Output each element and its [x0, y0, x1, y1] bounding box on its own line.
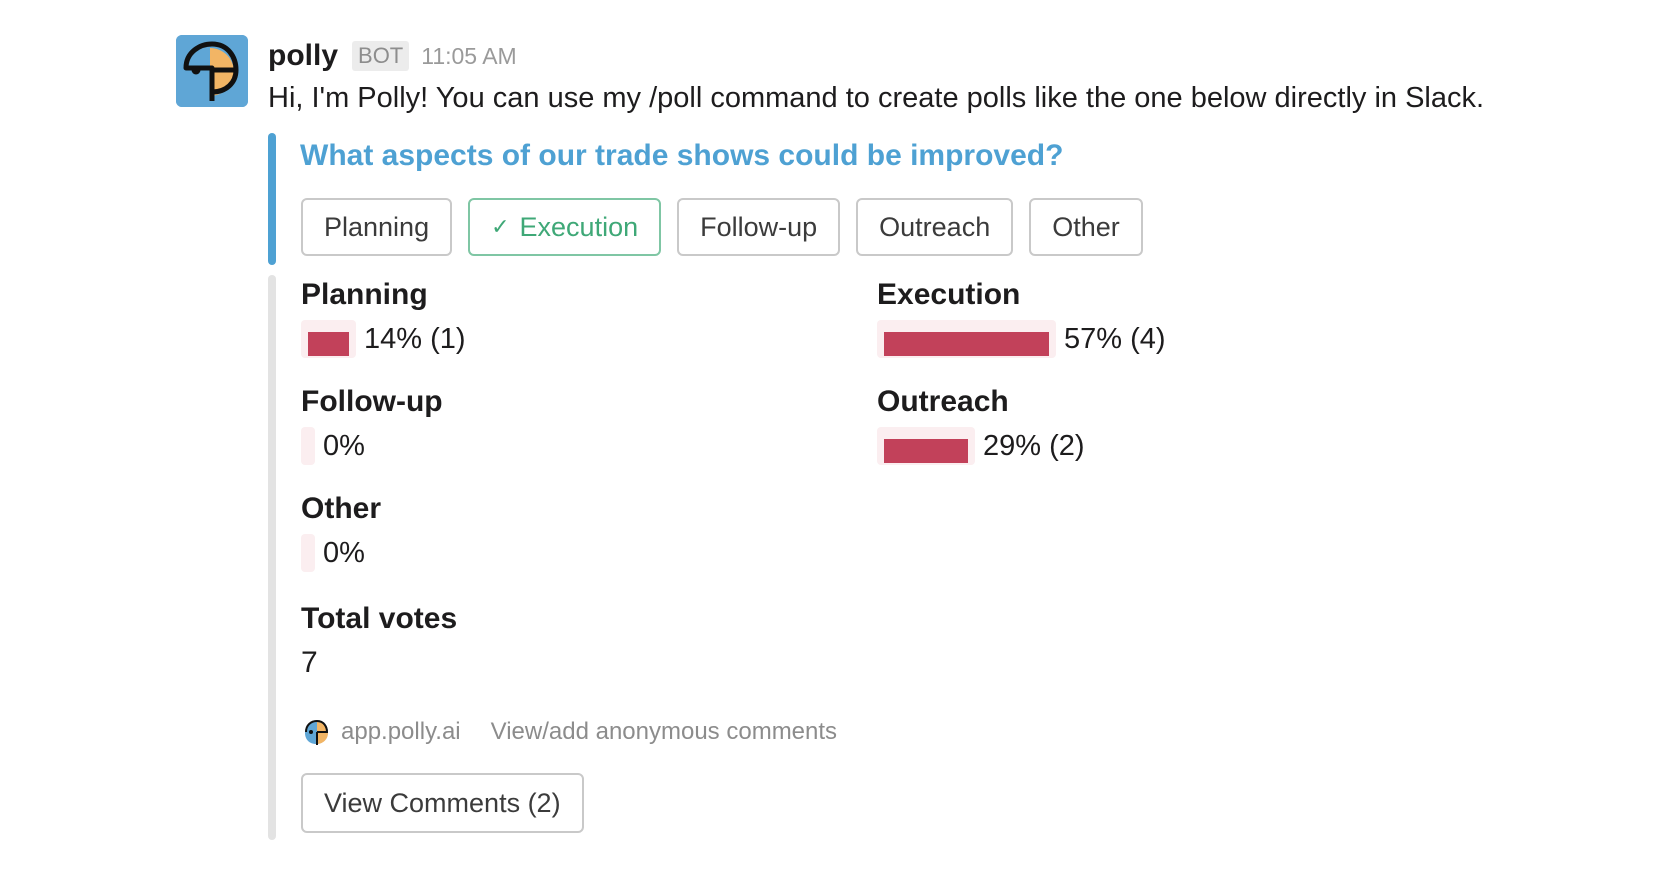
- message-header: polly BOT 11:05 AM: [268, 34, 517, 78]
- result-bar-track: [877, 320, 1056, 358]
- result-label: Outreach: [877, 385, 1009, 418]
- bot-name[interactable]: polly: [268, 39, 338, 73]
- result-label: Follow-up: [301, 385, 443, 418]
- result-bar-fill: [884, 439, 968, 463]
- attachment-divider-bar: [268, 275, 276, 840]
- result-planning: Planning 14% (1): [301, 276, 466, 358]
- total-votes-value: 7: [301, 646, 318, 679]
- polly-parrot-icon: [176, 35, 248, 107]
- option-button-follow-up[interactable]: Follow-up: [677, 198, 841, 256]
- option-label: Other: [1052, 211, 1120, 242]
- result-bar-track: [301, 320, 356, 358]
- result-label: Planning: [301, 278, 428, 311]
- result-other: Other 0%: [301, 490, 381, 572]
- poll-question[interactable]: What aspects of our trade shows could be…: [300, 136, 1063, 176]
- result-bar-fill: [884, 332, 1049, 356]
- bot-avatar[interactable]: [176, 35, 248, 107]
- check-icon: ✓: [491, 214, 510, 240]
- result-follow-up: Follow-up 0%: [301, 383, 443, 465]
- message-timestamp[interactable]: 11:05 AM: [421, 43, 516, 70]
- result-bar-track: [301, 427, 315, 465]
- footer-source-link[interactable]: app.polly.ai: [341, 718, 461, 746]
- result-label: Other: [301, 492, 382, 525]
- result-value: 14% (1): [364, 322, 466, 355]
- option-label: Follow-up: [700, 211, 818, 242]
- option-button-planning[interactable]: Planning: [301, 198, 453, 256]
- anonymous-comments-link[interactable]: View/add anonymous comments: [491, 718, 837, 746]
- polly-parrot-icon: [305, 719, 329, 745]
- result-value: 0%: [323, 536, 365, 569]
- result-value: 0%: [323, 429, 365, 462]
- poll-options: Planning ✓ Execution Follow-up Outreach O…: [301, 198, 1143, 256]
- result-bar-fill: [308, 332, 349, 356]
- option-label: Planning: [324, 211, 430, 242]
- result-outreach: Outreach 29% (2): [877, 383, 1085, 465]
- result-value: 29% (2): [983, 429, 1085, 462]
- bot-badge: BOT: [352, 41, 410, 71]
- result-bar-track: [877, 427, 975, 465]
- view-comments-button[interactable]: View Comments (2): [301, 773, 584, 833]
- attachment-footer: app.polly.ai View/add anonymous comments: [301, 712, 837, 752]
- result-execution: Execution 57% (4): [877, 276, 1166, 358]
- result-bar-track: [301, 534, 315, 572]
- option-button-other[interactable]: Other: [1029, 198, 1143, 256]
- result-value: 57% (4): [1064, 322, 1166, 355]
- total-votes-label: Total votes: [301, 602, 458, 635]
- attachment-accent-bar: [268, 133, 276, 265]
- option-label: Outreach: [879, 211, 991, 242]
- option-label: Execution: [519, 211, 639, 242]
- option-button-outreach[interactable]: Outreach: [856, 198, 1014, 256]
- result-label: Execution: [877, 278, 1021, 311]
- message-text: Hi, I'm Polly! You can use my /poll comm…: [268, 82, 1485, 114]
- option-button-execution[interactable]: ✓ Execution: [468, 198, 662, 256]
